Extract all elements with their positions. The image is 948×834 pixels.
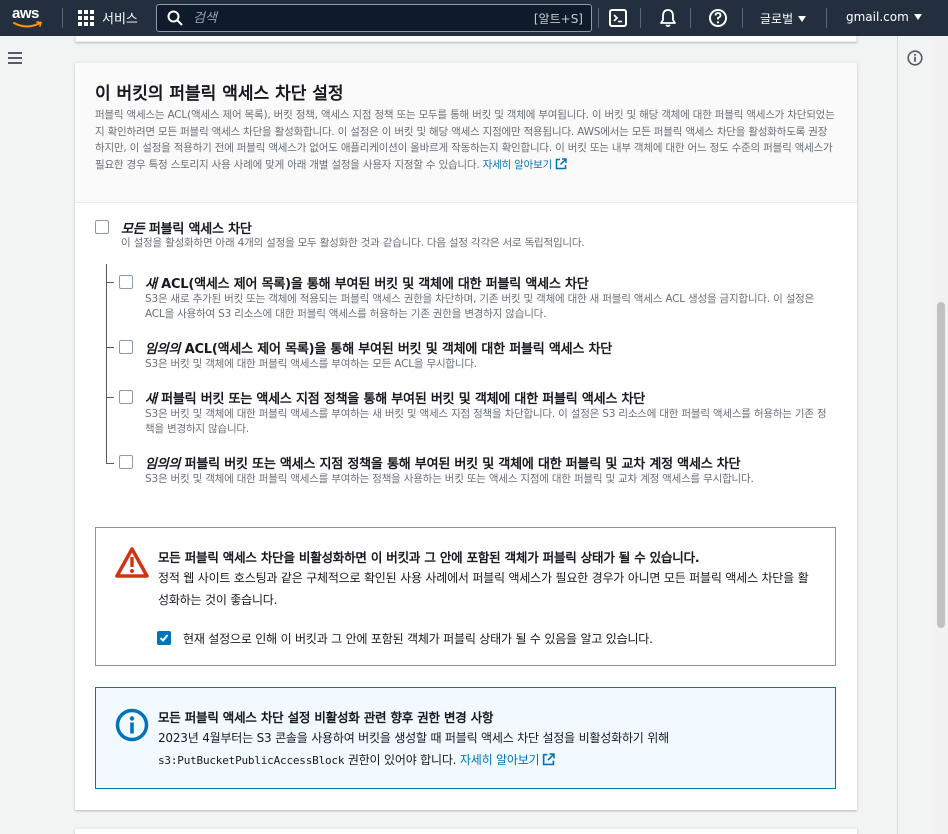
panel-description-text: 퍼블릭 액세스는 ACL(액세스 제어 목록), 버킷 정책, 액세스 지점 정… (95, 109, 835, 171)
nav-divider (598, 8, 599, 28)
info-body-text: 2023년 4월부터는 S3 콘솔을 사용하여 버킷을 생성할 때 퍼블릭 액세… (158, 731, 669, 745)
info-panel-icon[interactable] (907, 50, 923, 66)
nav-divider (62, 8, 63, 28)
services-menu-button[interactable]: 서비스 (78, 8, 138, 27)
learn-more-label: 자세히 알아보기 (482, 158, 553, 171)
option-title-emphasis: 임의의 (145, 342, 181, 357)
warning-body: 정적 웹 사이트 호스팅과 같은 구체적으로 확인된 사용 사례에서 퍼블릭 액… (158, 571, 809, 607)
panel-header: 이 버킷의 퍼블릭 액세스 차단 설정 퍼블릭 액세스는 ACL(액세스 제어 … (75, 63, 857, 203)
nav-divider (742, 8, 743, 28)
next-panel-edge (75, 828, 857, 834)
info-learn-more-label: 자세히 알아보기 (459, 753, 540, 767)
block-new-policies-checkbox[interactable] (119, 390, 133, 404)
option-description: S3은 새로 추가된 버킷 또는 객체에 적용되는 퍼블릭 액세스 권한을 차단… (145, 293, 815, 320)
option-description: S3은 버킷 및 객체에 대한 퍼블릭 액세스를 부여하는 새 버킷 및 액세스… (145, 408, 827, 435)
panel-description: 퍼블릭 액세스는 ACL(액세스 제어 목록), 버킷 정책, 액세스 지점 정… (95, 107, 835, 173)
warning-title: 모든 퍼블릭 액세스 차단을 비활성화하면 이 버킷과 그 안에 포함된 객체가… (158, 550, 700, 565)
nav-divider (690, 8, 691, 28)
checkmark-icon (159, 634, 169, 642)
region-selector[interactable]: 글로벌 (760, 10, 807, 27)
hamburger-menu-icon[interactable] (8, 52, 22, 64)
info-body: 2023년 4월부터는 S3 콘솔을 사용하여 버킷을 생성할 때 퍼블릭 액세… (158, 727, 823, 772)
account-menu[interactable]: gmail.com (846, 10, 922, 24)
services-label: 서비스 (102, 12, 138, 27)
search-bar[interactable]: [알트+S] (156, 4, 592, 32)
option-title-text: 퍼블릭 버킷 또는 액세스 지점 정책을 통해 부여된 버킷 및 객체에 대한 … (156, 392, 646, 407)
info-body-code: s3:PutBucketPublicAccessBlock (158, 754, 345, 767)
block-all-checkbox[interactable] (95, 220, 109, 234)
option-title-text: ACL(액세스 제어 목록)을 통해 부여된 버킷 및 객체에 대한 퍼블릭 액… (180, 342, 613, 357)
aws-logo-text: aws (12, 5, 39, 22)
aws-smile-icon (13, 21, 43, 28)
info-title: 모든 퍼블릭 액세스 차단 설정 비활성화 관련 향후 권한 변경 사항 (158, 710, 494, 725)
info-alert: 모든 퍼블릭 액세스 차단 설정 비활성화 관련 향후 권한 변경 사항 202… (95, 687, 836, 789)
option-title: 새 퍼블릭 버킷 또는 액세스 지점 정책을 통해 부여된 버킷 및 객체에 대… (145, 388, 645, 407)
search-icon (167, 10, 183, 26)
tree-branch (106, 463, 114, 464)
warning-icon (115, 547, 149, 578)
panel-title: 이 버킷의 퍼블릭 액세스 차단 설정 (95, 84, 344, 104)
cloudshell-icon[interactable] (608, 8, 628, 28)
info-learn-more-link[interactable]: 자세히 알아보기 (460, 753, 556, 767)
option-description: S3은 버킷 및 객체에 대한 퍼블릭 액세스를 부여하는 모든 ACL을 무시… (145, 358, 477, 370)
top-navigation: aws 서비스 [알트+S] 글로벌 (0, 0, 948, 36)
info-body-suffix: 권한이 있어야 합니다. (344, 753, 460, 767)
option-title: 임의의 ACL(액세스 제어 목록)을 통해 부여된 버킷 및 객체에 대한 퍼… (145, 338, 612, 357)
block-any-policies-checkbox[interactable] (119, 455, 133, 469)
acknowledge-label: 현재 설정으로 인해 이 버킷과 그 안에 포함된 객체가 퍼블릭 상태가 될 … (183, 632, 653, 646)
nav-divider (826, 8, 827, 28)
learn-more-link[interactable]: 자세히 알아보기 (482, 157, 567, 171)
tree-branch (106, 347, 114, 348)
option-title-emphasis: 새 (145, 392, 157, 407)
previous-panel-edge (75, 36, 857, 42)
tree-branch (106, 282, 114, 283)
external-link-icon (555, 157, 567, 169)
tree-branch (106, 397, 114, 398)
block-all-title-text: 퍼블릭 액세스 차단 (144, 222, 252, 237)
account-label: gmail.com (846, 10, 909, 24)
block-any-acls-checkbox[interactable] (119, 340, 133, 354)
block-new-acls-checkbox[interactable] (119, 275, 133, 289)
notifications-bell-icon[interactable] (658, 8, 678, 28)
block-all-title-emphasis: 모든 (121, 222, 145, 237)
page-scrollbar[interactable] (934, 36, 948, 834)
option-title-emphasis: 새 (145, 277, 157, 292)
block-all-description: 이 설정을 활성화하면 아래 4개의 설정을 모두 활성화한 것과 같습니다. … (121, 237, 585, 249)
option-title: 새 ACL(액세스 제어 목록)을 통해 부여된 버킷 및 객체에 대한 퍼블릭… (145, 273, 589, 292)
scrollbar-thumb[interactable] (937, 302, 945, 628)
option-title-emphasis: 임의의 (145, 457, 181, 472)
right-rail-divider (897, 36, 898, 834)
option-title: 임의의 퍼블릭 버킷 또는 액세스 지점 정책을 통해 부여된 버킷 및 객체에… (145, 453, 741, 472)
acknowledge-checkbox[interactable] (157, 631, 171, 645)
warning-alert: 모든 퍼블릭 액세스 차단을 비활성화하면 이 버킷과 그 안에 포함된 객체가… (95, 527, 836, 666)
nav-divider (640, 8, 641, 28)
options-tree-line (106, 264, 107, 464)
external-link-icon (543, 753, 556, 766)
option-title-text: ACL(액세스 제어 목록)을 통해 부여된 버킷 및 객체에 대한 퍼블릭 액… (156, 277, 589, 292)
option-title-text: 퍼블릭 버킷 또는 액세스 지점 정책을 통해 부여된 버킷 및 객체에 대한 … (180, 457, 741, 472)
region-label: 글로벌 (760, 12, 794, 26)
option-description: S3은 버킷 및 객체에 대한 퍼블릭 액세스를 부여하는 정책을 사용하는 버… (145, 473, 754, 485)
help-icon[interactable] (708, 8, 728, 28)
aws-logo[interactable]: aws (12, 5, 46, 31)
search-shortcut-hint: [알트+S] (533, 12, 583, 26)
grid-icon (78, 9, 94, 26)
chevron-down-icon (798, 15, 807, 22)
search-input[interactable] (193, 8, 513, 28)
chevron-down-icon (913, 14, 922, 20)
block-all-title: 모든 퍼블릭 액세스 차단 (121, 218, 252, 237)
info-icon (115, 708, 149, 742)
